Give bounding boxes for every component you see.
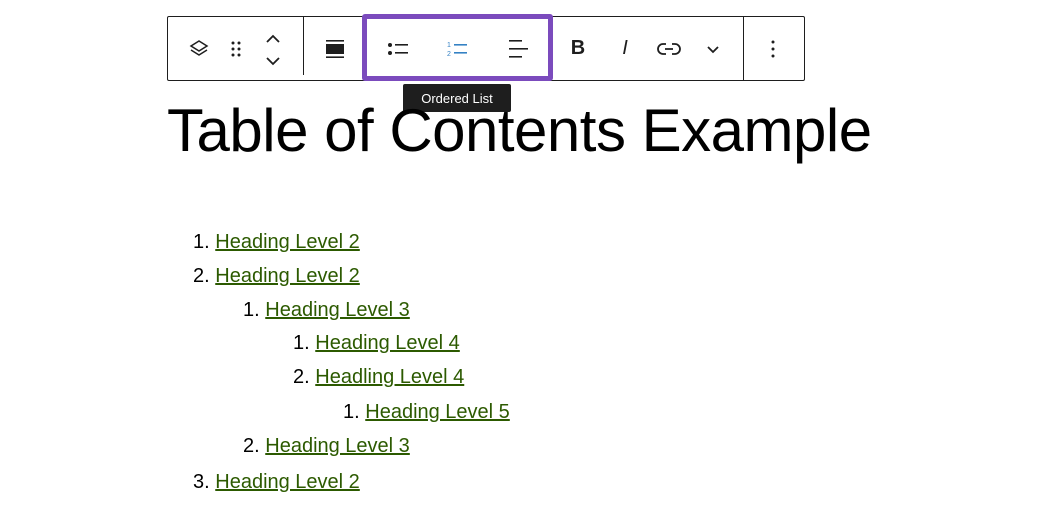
toc-link[interactable]: Heading Level 2 (215, 471, 360, 493)
highlight-box (362, 14, 553, 81)
divider (303, 17, 304, 75)
list-number: 1. (243, 299, 260, 321)
drag-handle[interactable] (224, 17, 248, 80)
link-icon (657, 42, 681, 55)
list-number: 2. (243, 435, 260, 457)
divider (743, 17, 744, 80)
toc-link[interactable]: Heading Level 2 (215, 231, 360, 253)
list-item: 1. Heading Level 3 (243, 299, 410, 322)
toc-link[interactable]: Heading Level 5 (365, 401, 510, 423)
list-number: 2. (193, 265, 210, 287)
block-type-button[interactable] (182, 17, 216, 80)
toc-link[interactable]: Heading Level 2 (215, 265, 360, 287)
list-item: 2. Heading Level 3 (243, 435, 410, 458)
options-button[interactable] (758, 17, 788, 80)
list-item: 2. Headling Level 4 (293, 366, 464, 389)
toc-link[interactable]: Headling Level 4 (315, 366, 464, 388)
page-title: Table of Contents Example (167, 97, 872, 164)
more-vertical-icon (771, 40, 775, 57)
move-down-button[interactable] (258, 45, 288, 76)
align-button[interactable] (318, 17, 352, 80)
toc-link[interactable]: Heading Level 3 (265, 299, 410, 321)
align-wide-icon (326, 39, 344, 58)
list-item: 2. Heading Level 2 (193, 265, 360, 288)
list-number: 3. (193, 471, 210, 493)
list-item: 1. Heading Level 5 (343, 401, 510, 424)
more-formats-button[interactable] (696, 17, 730, 80)
toc-link[interactable]: Heading Level 4 (315, 332, 460, 354)
list-number: 2. (293, 366, 310, 388)
drag-icon (231, 41, 241, 56)
list-number: 1. (343, 401, 360, 423)
list-number: 1. (293, 332, 310, 354)
chevron-down-icon (707, 45, 719, 53)
block-icon (189, 39, 209, 56)
list-item: 3. Heading Level 2 (193, 471, 360, 494)
italic-button[interactable]: I (608, 17, 642, 80)
list-item: 1. Heading Level 4 (293, 332, 460, 355)
list-item: 1. Heading Level 2 (193, 231, 360, 254)
toc-link[interactable]: Heading Level 3 (265, 435, 410, 457)
chevron-down-icon (266, 56, 280, 65)
chevron-up-icon (266, 34, 280, 43)
bold-button[interactable]: B (561, 17, 595, 80)
link-button[interactable] (651, 17, 687, 80)
list-number: 1. (193, 231, 210, 253)
